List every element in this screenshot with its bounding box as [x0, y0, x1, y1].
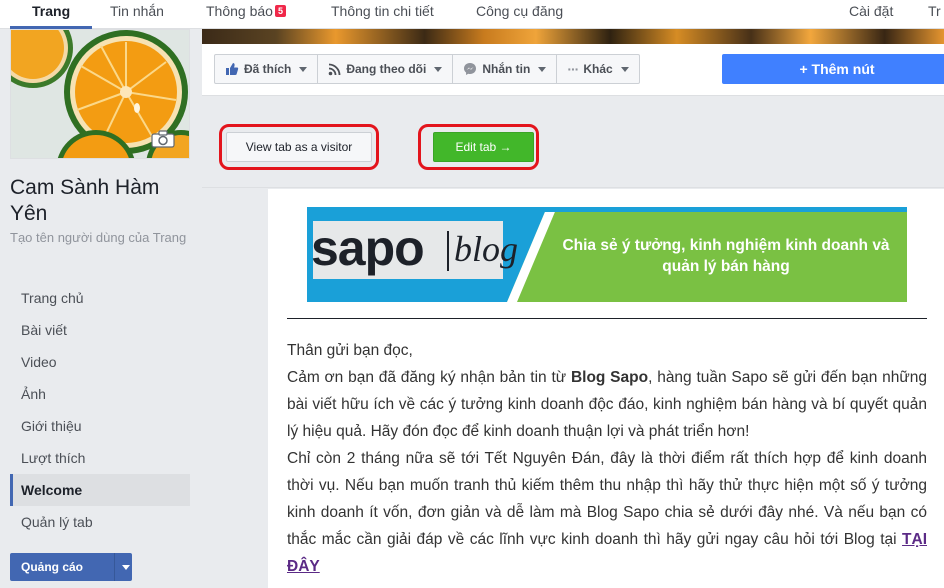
welcome-tab-content: sapo blog Chia sẻ ý tưởng, kinh nghiệm k… — [268, 189, 944, 588]
page-top-nav: Trang Tin nhắn Thông báo 5 Thông tin chi … — [0, 0, 944, 29]
content-divider — [287, 318, 927, 319]
sidebar-item-posts[interactable]: Bài viết — [10, 314, 190, 346]
camera-icon[interactable] — [151, 130, 175, 148]
sidebar-item-videos[interactable]: Video — [10, 346, 190, 378]
page-action-buttons: Đã thích Đang theo dõi Nhắn tin ··· Khác — [214, 54, 640, 84]
liked-button[interactable]: Đã thích — [215, 55, 319, 83]
message-button[interactable]: Nhắn tin — [453, 55, 558, 83]
chevron-down-icon — [620, 66, 629, 72]
sapo-brand: sapo — [311, 220, 425, 276]
sapo-blog-banner: sapo blog Chia sẻ ý tưởng, kinh nghiệm k… — [307, 207, 907, 302]
nav-tab-insights[interactable]: Thông tin chi tiết — [331, 3, 434, 19]
following-button-label: Đang theo dõi — [346, 62, 427, 76]
chevron-down-icon — [538, 66, 547, 72]
article-paragraph-1: Cảm ơn bạn đã đăng ký nhận bản tin từ Bl… — [287, 364, 927, 445]
nav-tab-notifications[interactable]: Thông báo 5 — [206, 3, 286, 19]
article-paragraph-2: Chỉ còn 2 tháng nữa sẽ tới Tết Nguyên Đá… — [287, 445, 927, 580]
like-icon — [226, 63, 239, 75]
highlight-ring-edit — [418, 124, 539, 170]
highlight-ring-visitor — [219, 124, 379, 170]
nav-tab-publishing-tools[interactable]: Công cụ đăng — [476, 3, 563, 19]
nav-tab-messages[interactable]: Tin nhắn — [110, 3, 164, 19]
welcome-article: Thân gửi bạn đọc, Cảm ơn bạn đã đăng ký … — [287, 337, 927, 580]
messenger-icon — [464, 63, 477, 75]
chevron-down-icon — [434, 66, 443, 72]
promote-divider — [114, 553, 115, 581]
article-p1-bold: Blog Sapo — [570, 369, 649, 386]
following-button[interactable]: Đang theo dõi — [318, 55, 454, 83]
nav-tab-settings[interactable]: Cài đặt — [849, 3, 893, 19]
sapo-logo-text: sapo — [311, 220, 425, 276]
nav-tab-page[interactable]: Trang — [32, 3, 70, 19]
sidebar-item-likes[interactable]: Lượt thích — [10, 442, 190, 474]
more-button-label: Khác — [583, 62, 613, 76]
promote-button[interactable]: Quảng cáo — [10, 553, 132, 581]
sidebar-item-manage-tabs[interactable]: Quản lý tab — [10, 506, 190, 538]
page-action-bar: Đã thích Đang theo dõi Nhắn tin ··· Khác… — [202, 44, 944, 96]
chevron-down-icon[interactable] — [122, 565, 130, 570]
sidebar-item-about[interactable]: Giới thiệu — [10, 410, 190, 442]
article-greeting: Thân gửi bạn đọc, — [287, 342, 413, 359]
nav-tab-help[interactable]: Tr — [928, 3, 941, 19]
sidebar-item-photos[interactable]: Ảnh — [10, 378, 190, 410]
more-button[interactable]: ··· Khác — [557, 55, 638, 83]
banner-tagline: Chia sẻ ý tưởng, kinh nghiệm kinh doanh … — [562, 237, 890, 275]
profile-picture[interactable] — [10, 29, 190, 159]
page-sidebar-menu: Trang chủ Bài viết Video Ảnh Giới thiệu … — [10, 282, 190, 538]
sidebar-item-welcome[interactable]: Welcome — [10, 474, 190, 506]
notification-badge: 5 — [274, 5, 286, 17]
page-title: Cam Sành Hàm Yên — [10, 176, 160, 225]
nav-tab-notifications-label: Thông báo — [206, 3, 273, 19]
article-p2-text: Chỉ còn 2 tháng nữa sẽ tới Tết Nguyên Đá… — [287, 450, 927, 548]
message-button-label: Nhắn tin — [482, 62, 531, 76]
tab-controls: View tab as a visitor Edit tab → — [202, 106, 944, 188]
sidebar-item-home[interactable]: Trang chủ — [10, 282, 190, 314]
chevron-down-icon — [299, 66, 308, 72]
article-p1-start: Cảm ơn bạn đã đăng ký nhận bản tin từ — [287, 369, 571, 386]
promote-button-label: Quảng cáo — [21, 560, 84, 574]
liked-button-label: Đã thích — [244, 62, 292, 76]
more-dots-icon: ··· — [567, 61, 579, 77]
blog-logo-text: blog — [454, 229, 519, 269]
add-button[interactable]: + Thêm nút — [722, 54, 944, 84]
rss-icon — [329, 63, 341, 75]
logo-divider — [447, 231, 449, 271]
create-username-link[interactable]: Tạo tên người dùng của Trang — [10, 230, 190, 246]
cover-photo — [202, 29, 944, 44]
